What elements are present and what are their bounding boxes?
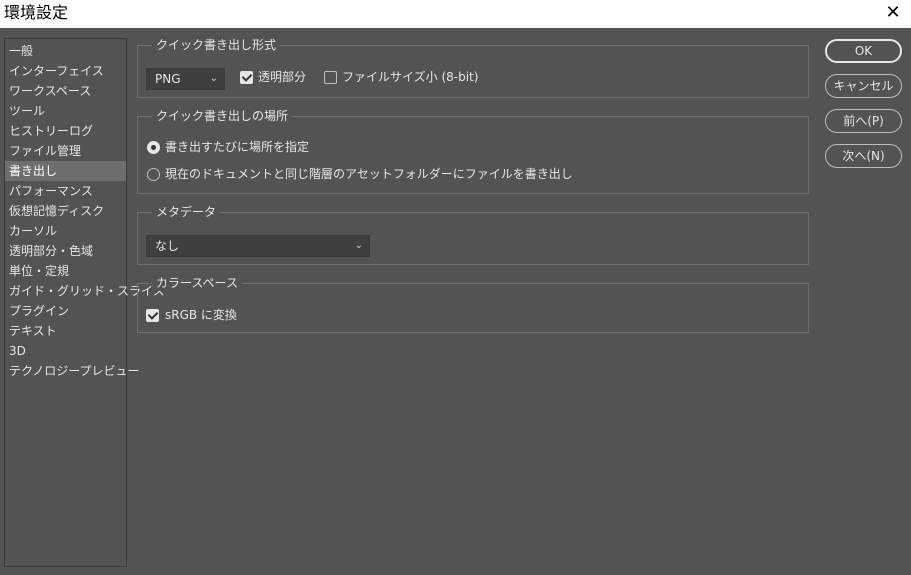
- ok-button[interactable]: OK: [825, 39, 902, 63]
- sidebar-item-cursors[interactable]: カーソル: [5, 221, 126, 241]
- next-button[interactable]: 次へ(N): [825, 144, 902, 168]
- metadata-legend: メタデータ: [152, 204, 221, 220]
- radio-assets-folder[interactable]: [147, 168, 160, 181]
- close-icon[interactable]: ✕: [883, 2, 903, 24]
- sidebar-item-transparency-gamut[interactable]: 透明部分・色域: [5, 241, 126, 261]
- sidebar-item-scratch-disks[interactable]: 仮想記憶ディスク: [5, 201, 126, 221]
- title-bar: 環境設定 ✕: [0, 0, 911, 28]
- quick-export-format-group: クイック書き出し形式 PNG ⌄ 透明部分 ファイルサイズ小 (8-bit): [137, 37, 809, 98]
- transparency-label: 透明部分: [258, 70, 307, 84]
- format-select-value: PNG: [155, 72, 181, 86]
- srgb-checkbox[interactable]: [146, 309, 159, 322]
- sidebar-item-general[interactable]: 一般: [5, 41, 126, 61]
- quick-export-location-legend: クイック書き出しの場所: [152, 108, 293, 124]
- srgb-label: sRGB に変換: [165, 308, 237, 322]
- metadata-select[interactable]: なし ⌄: [146, 235, 370, 257]
- sidebar-item-type[interactable]: テキスト: [5, 321, 126, 341]
- sidebar-item-units-rulers[interactable]: 単位・定規: [5, 261, 126, 281]
- ask-location-label: 書き出すたびに場所を指定: [165, 140, 310, 154]
- small-file-checkbox[interactable]: [324, 71, 337, 84]
- format-select[interactable]: PNG ⌄: [146, 68, 225, 90]
- quick-export-format-legend: クイック書き出し形式: [152, 37, 281, 53]
- sidebar-item-performance[interactable]: パフォーマンス: [5, 181, 126, 201]
- sidebar-item-workspace[interactable]: ワークスペース: [5, 81, 126, 101]
- sidebar-item-3d[interactable]: 3D: [5, 341, 126, 361]
- radio-ask-location[interactable]: [147, 141, 160, 154]
- color-space-legend: カラースペース: [152, 275, 242, 291]
- metadata-group: メタデータ なし ⌄: [137, 204, 809, 265]
- prev-button[interactable]: 前へ(P): [825, 109, 902, 133]
- sidebar-item-plugins[interactable]: プラグイン: [5, 301, 126, 321]
- sidebar-item-export[interactable]: 書き出し: [5, 161, 126, 181]
- sidebar-item-tools[interactable]: ツール: [5, 101, 126, 121]
- assets-folder-label: 現在のドキュメントと同じ階層のアセットフォルダーにファイルを書き出し: [165, 167, 573, 181]
- small-file-label: ファイルサイズ小 (8-bit): [342, 70, 479, 84]
- sidebar: 一般 インターフェイス ワークスペース ツール ヒストリーログ ファイル管理 書…: [4, 38, 165, 567]
- chevron-down-icon: ⌄: [209, 73, 218, 84]
- sidebar-item-technology-previews[interactable]: テクノロジープレビュー: [5, 361, 140, 381]
- sidebar-item-history-log[interactable]: ヒストリーログ: [5, 121, 126, 141]
- sidebar-item-interface[interactable]: インターフェイス: [5, 61, 126, 81]
- sidebar-item-file-handling[interactable]: ファイル管理: [5, 141, 126, 161]
- sidebar-item-guides-grid-slices[interactable]: ガイド・グリッド・スライス: [5, 281, 165, 301]
- window-title: 環境設定: [4, 3, 69, 22]
- quick-export-location-group: クイック書き出しの場所 書き出すたびに場所を指定 現在のドキュメントと同じ階層の…: [137, 108, 809, 194]
- chevron-down-icon: ⌄: [354, 240, 363, 251]
- metadata-select-value: なし: [155, 239, 180, 253]
- transparency-checkbox[interactable]: [240, 71, 253, 84]
- color-space-group: カラースペース sRGB に変換: [137, 275, 809, 333]
- cancel-button[interactable]: キャンセル: [825, 74, 902, 98]
